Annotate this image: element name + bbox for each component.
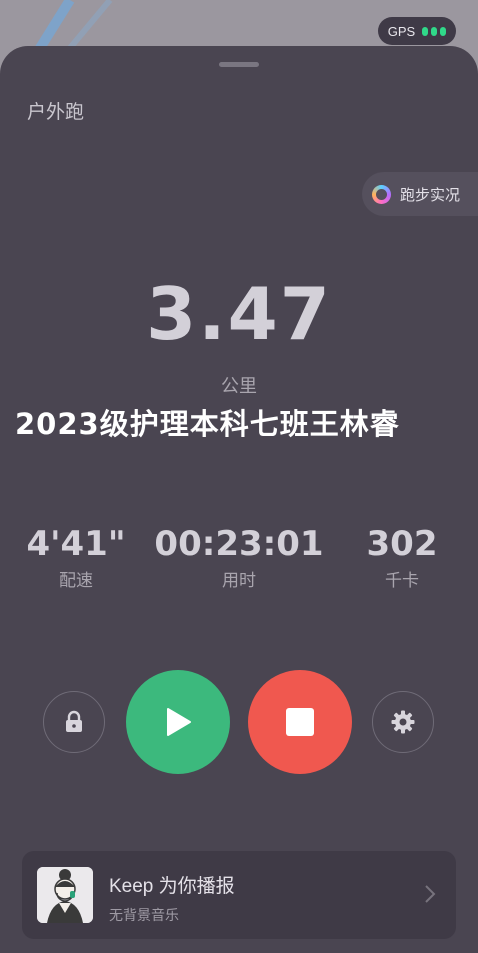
- distance-unit: 公里: [221, 376, 257, 397]
- play-icon: [167, 708, 191, 736]
- duration-value: 00:23:01: [154, 524, 324, 564]
- lock-button[interactable]: [43, 691, 105, 753]
- drag-handle[interactable]: [219, 62, 259, 67]
- chevron-right-icon: [425, 885, 436, 903]
- pace-value: 4'41": [26, 524, 126, 564]
- page-title: 户外跑: [27, 101, 85, 123]
- pace-label: 配速: [59, 571, 93, 591]
- duration-stat: 00:23:01 用时: [154, 524, 324, 591]
- overlay-caption: 2023级护理本科七班王林睿: [15, 407, 400, 441]
- live-status-button[interactable]: 跑步实况: [362, 172, 478, 216]
- gear-icon: [391, 710, 415, 734]
- settings-button[interactable]: [372, 691, 434, 753]
- gps-signal-icon: [422, 26, 447, 36]
- coach-avatar: [37, 867, 93, 923]
- gps-indicator: GPS: [378, 17, 456, 45]
- pace-stat: 4'41" 配速: [0, 524, 161, 591]
- gps-label: GPS: [387, 23, 416, 39]
- resume-button[interactable]: [126, 670, 230, 774]
- calories-stat: 302 千卡: [317, 524, 478, 591]
- calories-value: 302: [366, 524, 438, 564]
- calories-label: 千卡: [385, 571, 419, 591]
- stop-button[interactable]: [248, 670, 352, 774]
- lock-icon: [66, 710, 82, 732]
- stop-icon: [286, 708, 314, 736]
- voice-broadcast-card[interactable]: Keep 为你播报 无背景音乐: [22, 851, 456, 939]
- duration-label: 用时: [222, 571, 256, 591]
- live-status-label: 跑步实况: [400, 185, 461, 204]
- workout-panel: 户外跑 跑步实况 3.47 公里 2023级护理本科七班王林睿 4'41" 配速…: [0, 46, 478, 953]
- broadcast-title: Keep 为你播报: [109, 876, 235, 897]
- live-ring-icon: [372, 184, 391, 204]
- distance-value: 3.47: [146, 272, 332, 356]
- broadcast-subtitle: 无背景音乐: [109, 908, 179, 924]
